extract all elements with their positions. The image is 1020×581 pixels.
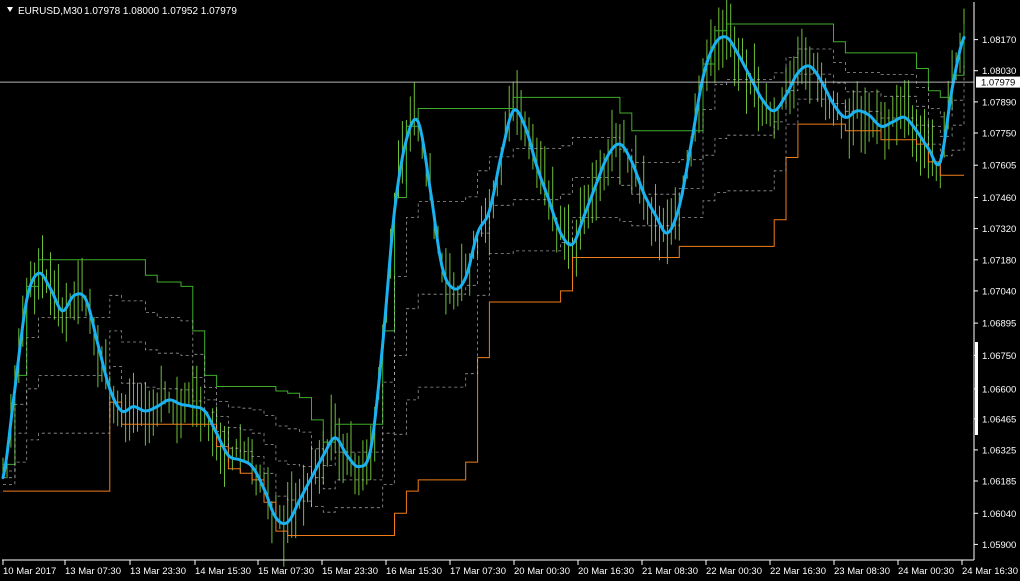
price-tick-label: 1.06895 xyxy=(982,319,1016,330)
price-tick-label: 1.07890 xyxy=(982,97,1016,108)
chart-svg[interactable]: 1.08170 1.08030 1.07890 1.07750 1.07605 1.074… xyxy=(0,0,1020,581)
price-tick-label: 1.06185 xyxy=(982,477,1016,488)
current-price-tag: 1.07979 xyxy=(976,76,1020,89)
chart-background xyxy=(0,0,1020,581)
time-tick-label: 22 Mar 16:30 xyxy=(770,566,826,577)
price-tick-label: 1.07460 xyxy=(982,193,1016,204)
price-tick-label: 1.07605 xyxy=(982,161,1016,172)
price-tick-label: 1.07320 xyxy=(982,224,1016,235)
time-tick-label: 20 Mar 16:30 xyxy=(578,566,634,577)
price-tick-label: 1.06040 xyxy=(982,509,1016,520)
price-tick-label: 1.08030 xyxy=(982,66,1016,77)
time-tick-label: 24 Mar 00:30 xyxy=(898,566,954,577)
price-tick-label: 1.06750 xyxy=(982,351,1016,362)
time-tick-label: 13 Mar 23:30 xyxy=(130,566,186,577)
price-tick-label: 1.06465 xyxy=(982,414,1016,425)
price-tick-label: 1.06600 xyxy=(982,384,1016,395)
time-tick-label: 20 Mar 00:30 xyxy=(514,566,570,577)
symbol-timeframe: EURUSD,M30 xyxy=(18,6,83,17)
time-tick-label: 22 Mar 00:30 xyxy=(706,566,762,577)
price-tick-label: 1.07040 xyxy=(982,286,1016,297)
price-tick-label: 1.08170 xyxy=(982,35,1016,46)
time-tick-label: 13 Mar 07:30 xyxy=(65,566,121,577)
time-tick-label: 15 Mar 07:30 xyxy=(258,566,314,577)
price-tick-label: 1.05900 xyxy=(982,540,1016,551)
price-tick-label: 1.07180 xyxy=(982,255,1016,266)
price-tick-label: 1.06325 xyxy=(982,445,1016,456)
time-tick-label: 21 Mar 08:30 xyxy=(642,566,698,577)
price-scale-bar xyxy=(975,342,978,435)
price-scale-marker xyxy=(975,342,978,435)
price-chart[interactable]: 1.08170 1.08030 1.07890 1.07750 1.07605 1.074… xyxy=(0,0,1020,581)
time-tick-label: 10 Mar 2017 xyxy=(3,566,56,577)
time-tick-label: 17 Mar 07:30 xyxy=(450,566,506,577)
time-tick-label: 16 Mar 15:30 xyxy=(386,566,442,577)
price-tick-label: 1.07750 xyxy=(982,129,1016,140)
time-tick-label: 23 Mar 08:30 xyxy=(834,566,890,577)
time-tick-label: 15 Mar 23:30 xyxy=(322,566,378,577)
time-tick-label: 24 Mar 16:30 xyxy=(962,566,1018,577)
chart-header: EURUSD,M30 1.07978 1.08000 1.07952 1.079… xyxy=(7,6,237,17)
current-price-value: 1.07979 xyxy=(981,78,1015,89)
ohlc-values: 1.07978 1.08000 1.07952 1.07979 xyxy=(84,6,237,17)
time-tick-label: 14 Mar 15:30 xyxy=(195,566,251,577)
